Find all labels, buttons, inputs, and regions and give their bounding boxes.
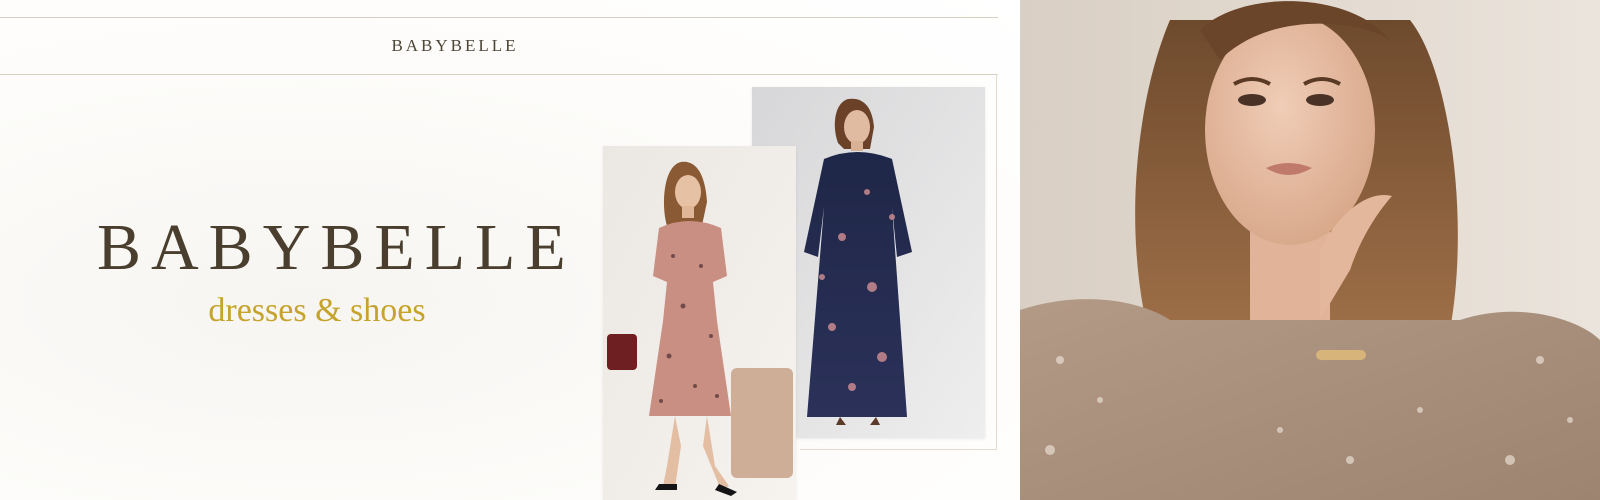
header-divider — [0, 74, 998, 75]
hero-portrait — [1020, 0, 1600, 500]
pink-dress-photo — [603, 146, 796, 500]
frame-bottom-border — [800, 449, 997, 450]
frame-right-border — [996, 74, 997, 450]
banner-left-panel: BABYBELLE BABYBELLE dresses & shoes — [0, 0, 1020, 500]
hero-title: BABYBELLE — [97, 211, 576, 284]
portrait-photo — [1020, 0, 1600, 500]
product-card-pink-dress[interactable] — [603, 146, 796, 500]
top-divider — [0, 17, 998, 18]
header-brand[interactable]: BABYBELLE — [0, 36, 910, 56]
hero-subtitle: dresses & shoes — [208, 292, 426, 329]
